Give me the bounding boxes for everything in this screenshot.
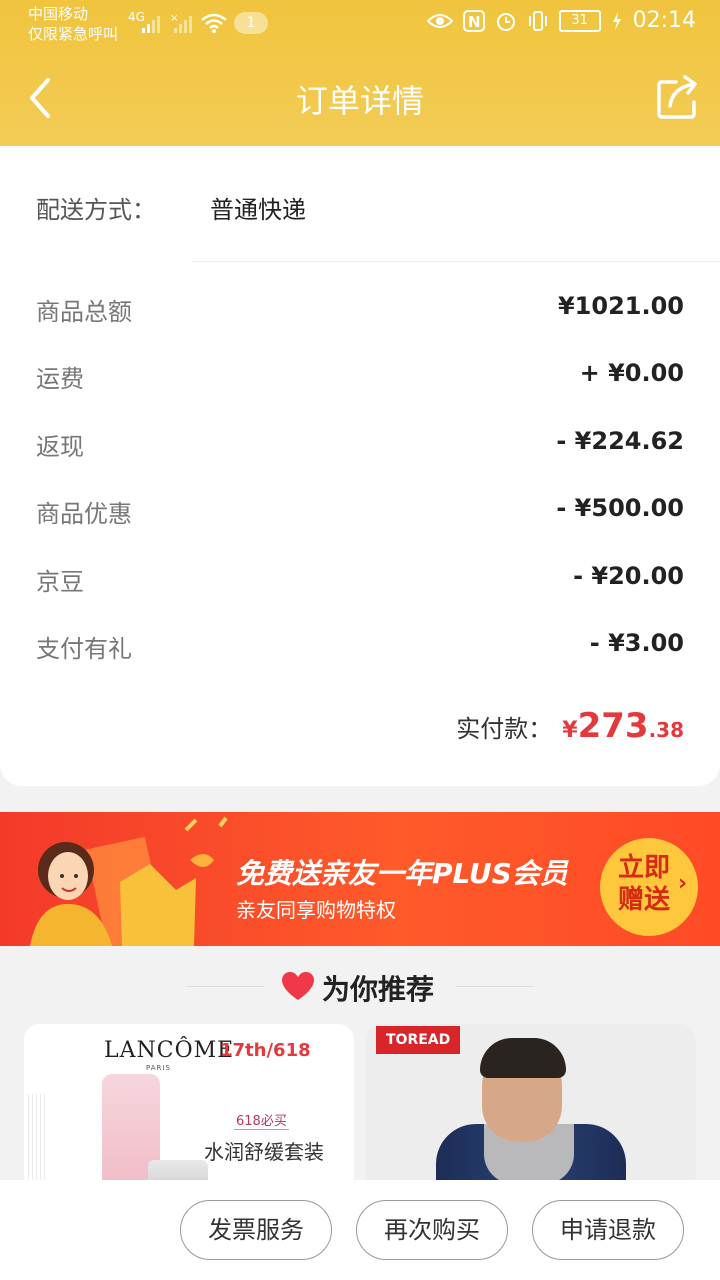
product-fineprint xyxy=(28,1094,48,1194)
brand-subtitle: PARIS xyxy=(146,1064,171,1072)
promo-tag: 618必买 xyxy=(234,1110,289,1130)
product-card-toread[interactable]: TOREAD xyxy=(366,1024,696,1194)
gift-now-label: 立即赠送 xyxy=(617,853,670,915)
gift-now-button[interactable]: 立即赠送 › xyxy=(600,838,698,936)
carrier-info: 中国移动 仅限紧急呼叫 xyxy=(28,4,118,44)
notification-badge: 1 xyxy=(234,12,268,34)
svg-text:N: N xyxy=(468,13,481,31)
promo-text: 水润舒缓套装 xyxy=(204,1140,324,1164)
delivery-method-label: 配送方式： xyxy=(36,196,156,224)
total-decimal: .38 xyxy=(648,718,684,742)
invoice-service-button[interactable]: 发票服务 xyxy=(180,1200,332,1260)
price-row-value: ¥1021.00 xyxy=(557,292,684,320)
wifi-icon xyxy=(201,13,227,33)
carrier-name: 中国移动 xyxy=(28,5,89,23)
price-row-value: - ¥20.00 xyxy=(573,562,684,590)
buy-again-button[interactable]: 再次购买 xyxy=(356,1200,508,1260)
price-row-discount: 商品优惠 - ¥500.00 xyxy=(36,494,684,534)
price-row-jingdou: 京豆 - ¥20.00 xyxy=(36,562,684,602)
brand-logo: LANCÔME xyxy=(104,1038,235,1063)
recommend-header: 为你推荐 xyxy=(0,946,720,1026)
status-time: 02:14 xyxy=(632,8,696,33)
carrier-emergency-text: 仅限紧急呼叫 xyxy=(28,25,119,43)
status-bar: 中国移动 仅限紧急呼叫 4G × 1 N 31 02:14 xyxy=(0,0,720,50)
price-row-payment-gift: 支付有礼 - ¥3.00 xyxy=(36,629,684,669)
total-integer: 273 xyxy=(577,706,649,746)
price-row-label: 京豆 xyxy=(36,568,84,596)
banner-title: 免费送亲友一年PLUS会员 xyxy=(236,857,568,890)
price-row-label: 返现 xyxy=(36,433,84,461)
page-title: 订单详情 xyxy=(295,82,424,120)
price-row-label: 支付有礼 xyxy=(36,635,132,663)
price-row-cashback: 返现 - ¥224.62 xyxy=(36,427,684,467)
divider xyxy=(192,261,720,262)
chevron-right-icon: › xyxy=(678,871,688,896)
price-row-subtotal: 商品总额 ¥1021.00 xyxy=(36,292,684,332)
total-paid: 实付款： ¥ 273 .38 xyxy=(456,706,684,746)
alarm-icon xyxy=(496,12,515,31)
eye-icon xyxy=(426,13,453,28)
nfc-icon: N xyxy=(462,9,485,32)
price-row-value: - ¥500.00 xyxy=(556,494,684,522)
brand-logo: TOREAD xyxy=(376,1026,461,1054)
signal-icon xyxy=(142,16,160,33)
price-row-value: - ¥224.62 xyxy=(556,427,684,455)
request-refund-button[interactable]: 申请退款 xyxy=(532,1200,684,1260)
banner-illustration xyxy=(30,816,228,946)
product-card-lancome[interactable]: LANCÔME PARIS 17th/618 618必买 水润舒缓套装 xyxy=(24,1024,354,1194)
price-row-value: - ¥3.00 xyxy=(589,629,684,657)
order-summary-card: 配送方式： 普通快递 商品总额 ¥1021.00 运费 + ¥0.00 返现 -… xyxy=(0,146,720,786)
total-currency: ¥ xyxy=(562,718,578,743)
divider xyxy=(186,986,264,987)
divider xyxy=(456,986,534,987)
bottom-action-bar: 发票服务 再次购买 申请退款 xyxy=(0,1180,720,1280)
price-row-shipping: 运费 + ¥0.00 xyxy=(36,359,684,399)
price-row-label: 商品总额 xyxy=(36,298,132,326)
delivery-method-value: 普通快递 xyxy=(210,196,306,224)
share-icon[interactable] xyxy=(656,74,700,120)
heart-icon xyxy=(282,972,314,1000)
recommend-title: 为你推荐 xyxy=(322,973,435,1006)
price-row-label: 运费 xyxy=(36,365,84,393)
product-image xyxy=(480,1038,566,1078)
header-bar: 中国移动 仅限紧急呼叫 4G × 1 N 31 02:14 订单详情 xyxy=(0,0,720,146)
banner-subtitle: 亲友同享购物特权 xyxy=(236,898,396,922)
charging-icon xyxy=(612,11,621,30)
signal-no-sim-icon: × xyxy=(170,13,192,33)
status-right-group: N 31 02:14 xyxy=(426,8,696,33)
price-row-label: 商品优惠 xyxy=(36,500,132,528)
price-row-value: + ¥0.00 xyxy=(579,359,684,387)
svg-text:×: × xyxy=(170,13,178,24)
plus-gift-banner[interactable]: 免费送亲友一年PLUS会员 亲友同享购物特权 立即赠送 › xyxy=(0,812,720,946)
vibrate-icon xyxy=(528,10,547,31)
brand-event-tag: 17th/618 xyxy=(220,1040,311,1061)
battery-indicator: 31 xyxy=(558,9,601,32)
total-label: 实付款： xyxy=(456,715,553,743)
